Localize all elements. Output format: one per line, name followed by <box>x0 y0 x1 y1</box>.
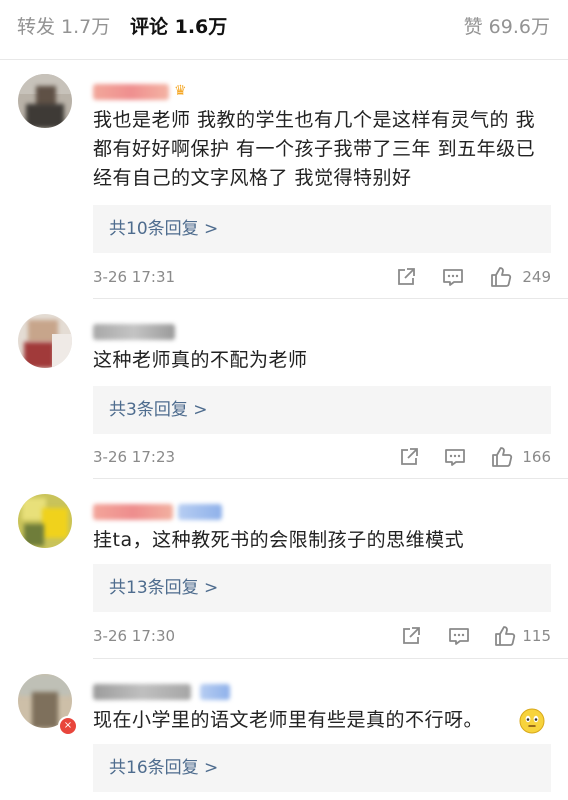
comment-meta: 3-26 17:23 166 <box>93 445 551 469</box>
reply-link[interactable]: 共3条回复 > <box>93 386 551 434</box>
tabs-divider <box>0 59 568 60</box>
comment-text: 挂ta，这种教死书的会限制孩子的思维模式 <box>93 529 465 551</box>
crown-icon: ♛ <box>174 83 187 99</box>
share-icon[interactable] <box>394 265 418 289</box>
comment-icon[interactable] <box>441 265 465 289</box>
username[interactable] <box>93 504 173 520</box>
badge-blur <box>178 504 222 520</box>
comment-icon[interactable] <box>447 624 471 648</box>
comment-item: 这种老师真的不配为老师 共3条回复 > 3-26 17:23 166 <box>0 314 568 467</box>
tab-repost[interactable]: 转发 1.7万 <box>17 14 110 40</box>
like-icon[interactable] <box>489 265 513 289</box>
comment-tabs: 转发 1.7万 评论 1.6万 赞 69.6万 <box>0 0 568 60</box>
emoji-icon <box>519 708 545 734</box>
comment-text: 这种老师真的不配为老师 <box>93 349 308 371</box>
divider <box>93 298 568 299</box>
comment-item: ♛ 我也是老师 我教的学生也有几个是这样有灵气的 我都有好好啊保护 有一个孩子我… <box>0 74 568 287</box>
comment-time: 3-26 17:30 <box>93 627 176 645</box>
comment-meta: 3-26 17:30 115 <box>93 624 551 648</box>
avatar[interactable] <box>18 74 72 128</box>
share-icon[interactable] <box>399 624 423 648</box>
comment-text: 我也是老师 我教的学生也有几个是这样有灵气的 我都有好好啊保护 有一个孩子我带了… <box>93 109 536 189</box>
comment-meta: 3-26 17:31 249 <box>93 265 551 289</box>
like-count: 115 <box>522 627 551 645</box>
comment-item: × 现在小学里的语文老师里有些是真的不行呀。 共16条回复 > <box>0 674 568 800</box>
comment-text: 现在小学里的语文老师里有些是真的不行呀。 <box>93 709 484 731</box>
comment-icon[interactable] <box>443 445 467 469</box>
like-count: 166 <box>522 448 551 466</box>
username[interactable] <box>93 84 169 100</box>
username[interactable] <box>93 324 175 340</box>
verified-badge-icon: × <box>58 716 78 736</box>
avatar[interactable] <box>18 314 72 368</box>
username[interactable] <box>93 684 191 700</box>
avatar[interactable] <box>18 494 72 548</box>
tab-comment[interactable]: 评论 1.6万 <box>130 14 227 40</box>
reply-link[interactable]: 共13条回复 > <box>93 564 551 612</box>
divider <box>93 478 568 479</box>
comment-item: 挂ta，这种教死书的会限制孩子的思维模式 共13条回复 > 3-26 17:30… <box>0 494 568 646</box>
comment-time: 3-26 17:31 <box>93 268 176 286</box>
badge-blur <box>200 684 230 700</box>
reply-link[interactable]: 共10条回复 > <box>93 205 551 253</box>
tab-like[interactable]: 赞 69.6万 <box>464 14 550 40</box>
reply-link[interactable]: 共16条回复 > <box>93 744 551 792</box>
divider <box>93 658 568 659</box>
like-icon[interactable] <box>490 445 514 469</box>
comment-time: 3-26 17:23 <box>93 448 176 466</box>
like-count: 249 <box>522 268 551 286</box>
share-icon[interactable] <box>397 445 421 469</box>
like-icon[interactable] <box>493 624 517 648</box>
